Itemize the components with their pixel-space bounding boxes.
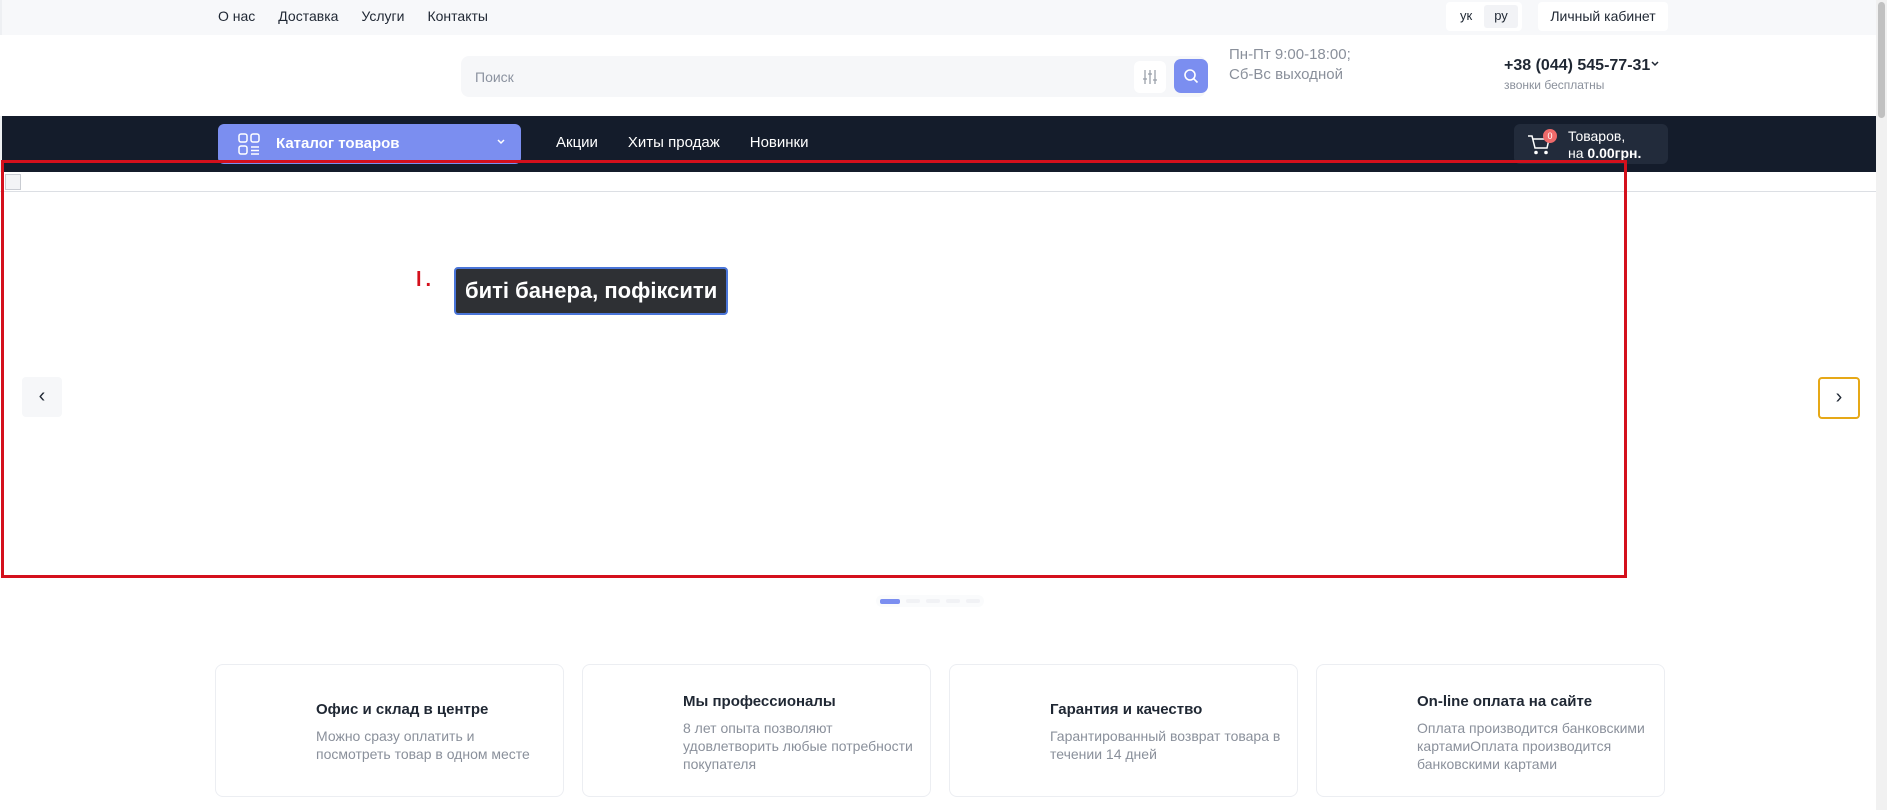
features-row: Офис и склад в центре Можно сразу оплати… xyxy=(215,664,1667,797)
banner-slider: l. биті банера, пофіксити ‹ › xyxy=(0,160,1887,607)
language-switcher: ук ру xyxy=(1446,2,1522,31)
annotation-callout: биті банера, пофіксити xyxy=(454,267,729,315)
feature-card: On-line оплата на сайте Оплата производи… xyxy=(1316,664,1665,797)
slider-dot[interactable] xyxy=(906,599,920,603)
language-uk[interactable]: ук xyxy=(1450,5,1482,28)
feature-text: Гарантированный возврат товара в течении… xyxy=(1050,728,1281,762)
slider-dot[interactable] xyxy=(880,598,900,604)
phone-note: звонки бесплатны xyxy=(1504,78,1605,92)
page-scrollbar[interactable] xyxy=(1876,0,1887,810)
feature-title: Мы профессионалы xyxy=(683,693,836,710)
cart-total-amount: 0.00грн. xyxy=(1587,145,1642,161)
search-button[interactable] xyxy=(1174,59,1208,93)
language-ru[interactable]: ру xyxy=(1484,5,1518,28)
top-link-about[interactable]: О нас xyxy=(218,8,255,24)
top-link-contacts[interactable]: Контакты xyxy=(427,8,487,24)
feature-text: Оплата производится банковскими картамиО… xyxy=(1417,720,1645,772)
search-bar xyxy=(461,56,1208,97)
annotation-mark: l. xyxy=(416,269,436,291)
filter-button[interactable] xyxy=(1134,61,1166,93)
account-button[interactable]: Личный кабинет xyxy=(1538,2,1668,31)
catalog-grid-icon xyxy=(238,133,260,155)
cart-count-badge: 0 xyxy=(1543,129,1557,143)
slider-dot[interactable] xyxy=(966,599,980,603)
nav-links: Акции Хиты продаж Новинки xyxy=(556,134,808,151)
cart-items-label: Товаров, xyxy=(1568,128,1626,144)
feature-title: Гарантия и качество xyxy=(1050,701,1203,718)
top-link-services[interactable]: Услуги xyxy=(361,8,404,24)
feature-card: Мы профессионалы 8 лет опыта позволяют у… xyxy=(582,664,931,797)
cart-total-prefix: на xyxy=(1568,145,1584,161)
filter-sliders-icon xyxy=(1143,70,1157,84)
hours-weekdays: Пн-Пт 9:00-18:00; xyxy=(1229,46,1351,63)
header: Пн-Пт 9:00-18:00; Сб-Вс выходной +38 (04… xyxy=(0,35,1876,116)
slider-dot[interactable] xyxy=(946,599,960,603)
top-links: О нас Доставка Услуги Контакты xyxy=(218,8,488,24)
nav-link-bestsellers[interactable]: Хиты продаж xyxy=(628,134,720,151)
scrollbar-thumb[interactable] xyxy=(1878,2,1885,118)
catalog-button[interactable]: Каталог товаров xyxy=(218,124,521,164)
search-icon xyxy=(1184,69,1199,84)
top-bar: О нас Доставка Услуги Контакты ук ру Лич… xyxy=(0,0,1876,35)
slider-pagination xyxy=(876,595,984,607)
cart-button[interactable]: 0 Товаров, на 0.00грн. xyxy=(1514,124,1668,164)
top-link-delivery[interactable]: Доставка xyxy=(278,8,338,24)
feature-text: 8 лет опыта позволяют удовлетворить любы… xyxy=(683,720,913,772)
feature-card: Офис и склад в центре Можно сразу оплати… xyxy=(215,664,564,797)
cart-total: на 0.00грн. xyxy=(1568,145,1641,161)
feature-text: Можно сразу оплатить и посмотреть товар … xyxy=(316,728,530,762)
hours-weekend: Сб-Вс выходной xyxy=(1229,66,1343,83)
slider-dot[interactable] xyxy=(926,599,940,603)
chevron-down-icon xyxy=(497,139,505,145)
chevron-down-icon[interactable] xyxy=(1650,59,1660,69)
slider-prev-button[interactable]: ‹ xyxy=(22,377,62,417)
feature-title: Офис и склад в центре xyxy=(316,701,489,718)
feature-title: On-line оплата на сайте xyxy=(1417,693,1593,710)
annotation-frame xyxy=(1,160,1627,578)
feature-card: Гарантия и качество Гарантированный возв… xyxy=(949,664,1298,797)
slider-next-button[interactable]: › xyxy=(1818,377,1860,419)
nav-link-new[interactable]: Новинки xyxy=(750,134,809,151)
nav-link-promotions[interactable]: Акции xyxy=(556,134,598,151)
search-input[interactable] xyxy=(475,66,1135,88)
working-hours: Пн-Пт 9:00-18:00; Сб-Вс выходной xyxy=(1229,45,1351,85)
phone-number[interactable]: +38 (044) 545-77-31 xyxy=(1504,57,1650,75)
catalog-label: Каталог товаров xyxy=(276,135,400,152)
